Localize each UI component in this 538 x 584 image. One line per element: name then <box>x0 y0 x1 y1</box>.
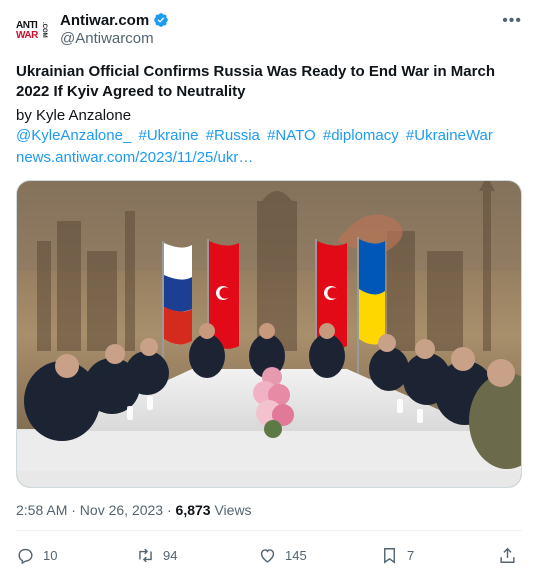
more-icon[interactable]: ••• <box>502 12 522 30</box>
article-link[interactable]: news.antiwar.com/2023/11/25/ukr… <box>16 148 253 168</box>
bookmark-icon <box>384 548 395 564</box>
tweet-tags: @KyleAnzalone_ #Ukraine #Russia #NATO #d… <box>16 126 522 146</box>
repost-button[interactable]: 94 <box>136 546 177 565</box>
tweet-photo[interactable] <box>16 180 522 488</box>
bookmark-count: 7 <box>407 548 415 563</box>
views-label: Views <box>210 502 252 518</box>
hashtag-link[interactable]: #NATO <box>267 127 316 144</box>
hashtag-link[interactable]: #diplomacy <box>323 127 399 144</box>
divider <box>16 530 522 531</box>
share-button[interactable] <box>498 546 517 565</box>
share-icon <box>500 547 515 563</box>
avatar-text-bottom: WAR <box>16 30 38 41</box>
hashtag-link[interactable]: #Russia <box>206 127 260 144</box>
tweet-actions: 10 94 145 7 <box>16 542 522 570</box>
repost-count: 94 <box>163 548 178 563</box>
reply-button[interactable]: 10 <box>16 546 57 565</box>
reply-count: 10 <box>43 548 58 563</box>
verified-badge-icon <box>154 13 169 27</box>
avatar[interactable]: ANTI WAR .COM <box>16 12 52 48</box>
reply-icon <box>18 548 33 565</box>
like-icon <box>260 549 275 563</box>
author-handle[interactable]: @Antiwarcom <box>60 30 154 47</box>
tweet-meta: 2:58 AM · Nov 26, 2023 · 6,873 Views <box>16 502 252 518</box>
bookmark-button[interactable]: 7 <box>380 546 414 565</box>
tweet-title: Ukrainian Official Confirms Russia Was R… <box>16 63 495 100</box>
avatar-text-side: .COM <box>41 22 47 38</box>
author-name[interactable]: Antiwar.com <box>60 12 149 29</box>
like-count: 145 <box>285 548 307 563</box>
tweet-timestamp[interactable]: 2:58 AM · Nov 26, 2023 · <box>16 502 176 518</box>
like-button[interactable]: 145 <box>258 546 307 565</box>
hashtag-link[interactable]: #Ukraine <box>138 127 198 144</box>
repost-icon <box>139 548 152 563</box>
tweet-byline: by Kyle Anzalone <box>16 107 132 124</box>
photo-illustration <box>17 181 521 487</box>
hashtag-link[interactable]: #UkraineWar <box>406 127 493 144</box>
views-count: 6,873 <box>175 502 211 518</box>
tweet-header: ANTI WAR .COM Antiwar.com @Antiwarcom ••… <box>16 10 522 50</box>
author-name-row: Antiwar.com <box>60 10 169 30</box>
mention-link[interactable]: @KyleAnzalone_ <box>16 127 131 144</box>
